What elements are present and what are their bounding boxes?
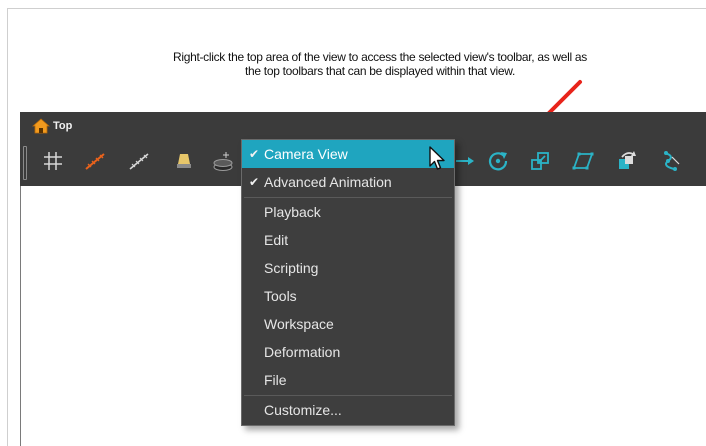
menu-item-label: Tools <box>264 288 297 304</box>
menu-item-playback[interactable]: Playback <box>242 198 454 226</box>
home-icon <box>32 118 50 134</box>
skew-icon[interactable] <box>572 150 594 172</box>
onion-skin-icon[interactable] <box>84 150 106 172</box>
menu-item-advanced-animation[interactable]: ✔ Advanced Animation <box>242 168 454 196</box>
mouse-pointer-icon <box>429 146 445 170</box>
scale-icon[interactable] <box>529 150 551 172</box>
grid-icon[interactable] <box>42 150 64 172</box>
menu-item-label: File <box>264 372 287 388</box>
instruction-caption: Right-click the top area of the view to … <box>100 50 660 78</box>
menu-item-label: Playback <box>264 204 321 220</box>
menu-item-tools[interactable]: Tools <box>242 282 454 310</box>
toolbar-grip[interactable] <box>23 146 27 180</box>
caption-line-2: the top toolbars that can be displayed w… <box>244 64 516 78</box>
menu-item-label: Advanced Animation <box>264 174 392 190</box>
menu-item-label: Customize... <box>264 402 342 418</box>
menu-item-file[interactable]: File <box>242 366 454 394</box>
menu-item-camera-view[interactable]: ✔ Camera View <box>242 140 454 168</box>
caption-line-1: Right-click the top area of the view to … <box>172 50 588 64</box>
toolbar-context-menu: ✔ Camera View ✔ Advanced Animation Playb… <box>241 139 455 426</box>
translate-icon[interactable] <box>454 150 476 172</box>
view-title: Top <box>53 120 73 132</box>
menu-item-label: Scripting <box>264 260 319 276</box>
checkmark-icon: ✔ <box>248 147 260 161</box>
deform-icon[interactable] <box>660 150 682 172</box>
rotate-icon[interactable] <box>487 150 509 172</box>
menu-item-scripting[interactable]: Scripting <box>242 254 454 282</box>
menu-item-label: Deformation <box>264 344 341 360</box>
menu-item-label: Edit <box>264 232 289 248</box>
menu-item-label: Camera View <box>264 146 348 162</box>
lamp-icon[interactable] <box>173 150 195 172</box>
menu-item-deformation[interactable]: Deformation <box>242 338 454 366</box>
menu-item-edit[interactable]: Edit <box>242 226 454 254</box>
light-table-icon[interactable] <box>128 150 150 172</box>
view-top-bar[interactable]: Top <box>20 112 706 136</box>
motion-icon[interactable] <box>616 150 638 172</box>
checkmark-icon: ✔ <box>248 175 260 189</box>
layer-stack-icon[interactable] <box>212 150 234 172</box>
menu-item-customize[interactable]: Customize... <box>242 396 454 424</box>
menu-item-workspace[interactable]: Workspace <box>242 310 454 338</box>
menu-item-label: Workspace <box>264 316 334 332</box>
